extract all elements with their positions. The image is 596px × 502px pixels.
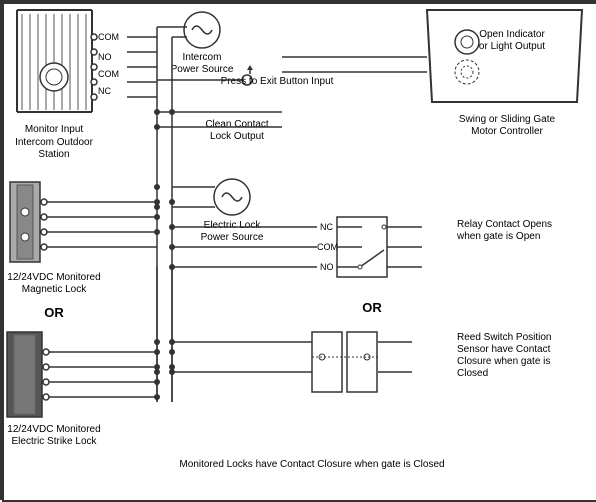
reed-switch-label1: Reed Switch Position [457,332,552,343]
magnetic-lock-label2: Magnetic Lock [22,284,87,295]
open-indicator-label1: Open Indicator [479,29,545,40]
monitor-input-label: Monitor Input [25,124,84,135]
relay-contact-label2: when gate is Open [456,231,540,242]
intercom-outdoor-label1: Intercom Outdoor [15,137,93,148]
press-exit-label: Press to Exit Button Input [221,76,334,87]
com-label-2: COM [98,69,119,79]
intercom-power-label1: Intercom [183,52,222,63]
clean-contact-label2: Lock Output [210,131,264,142]
no-label-1: NO [98,52,112,62]
open-indicator-label2: or Light Output [479,41,545,52]
electric-strike-label2: Electric Strike Lock [11,436,97,447]
com-label-1: COM [98,32,119,42]
reed-switch-label2: Sensor have Contact [457,344,551,355]
intercom-power-label2: Power Source [171,64,234,75]
electric-strike-label1: 12/24VDC Monitored [7,424,100,435]
reed-switch-label3: Closure when gate is [457,356,550,367]
relay-contact-label1: Relay Contact Opens [457,219,552,230]
monitored-locks-label: Monitored Locks have Contact Closure whe… [179,459,444,470]
swing-sliding-label1: Swing or Sliding Gate [459,114,556,125]
nc-label-1: NC [98,86,111,96]
swing-sliding-label2: Motor Controller [471,126,543,137]
intercom-outdoor-label2: Station [38,149,69,160]
electric-lock-label1: Electric Lock [204,220,262,231]
clean-contact-label1: Clean Contact [205,119,269,130]
com-relay-label: COM [317,242,338,252]
reed-switch-label4: Closed [457,368,488,379]
magnetic-lock-label1: 12/24VDC Monitored [7,272,100,283]
nc-relay-label: NC [320,222,333,232]
electric-lock-label2: Power Source [201,232,264,243]
or-label-1: OR [44,305,64,320]
no-relay-label: NO [320,262,334,272]
wiring-diagram: Monitor Input COM NO COM NC Intercom Out… [0,0,596,500]
or-label-2: OR [362,300,382,315]
